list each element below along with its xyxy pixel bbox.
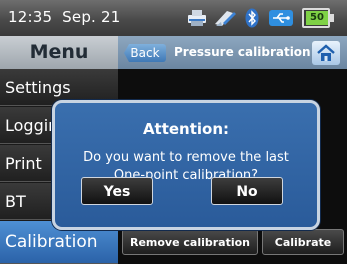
title-bar: Back Pressure calibration <box>118 36 347 69</box>
status-bar: 12:35 Sep. 21 50 <box>0 0 347 36</box>
bluetooth-icon <box>245 8 259 28</box>
dialog-title: Attention: <box>142 120 230 138</box>
dialog-message-line1: Do you want to remove the last <box>83 150 289 165</box>
probe-icon <box>215 11 236 26</box>
usb-icon <box>269 10 293 26</box>
clock: 12:35 Sep. 21 <box>8 7 120 27</box>
home-icon <box>317 44 335 61</box>
status-time: 12:35 <box>8 8 53 26</box>
no-button[interactable]: No <box>211 177 283 205</box>
remove-calibration-button[interactable]: Remove calibration <box>122 229 258 255</box>
printer-icon <box>188 10 206 26</box>
home-button[interactable] <box>312 41 340 65</box>
yes-button[interactable]: Yes <box>81 177 153 205</box>
status-date: Sep. 21 <box>62 8 121 26</box>
calibrate-button[interactable]: Calibrate <box>262 229 344 255</box>
battery-icon: 50 <box>302 8 336 28</box>
battery-level: 50 <box>306 11 328 25</box>
menu-title: Menu <box>0 36 118 69</box>
battery-tip <box>330 14 334 22</box>
screen-title: Pressure calibration <box>174 45 311 59</box>
confirm-dialog: Attention: Do you want to remove the las… <box>52 100 320 230</box>
device-screen: 12:35 Sep. 21 50 Menu Back Pressure cali… <box>0 0 347 264</box>
back-button[interactable]: Back <box>124 44 166 62</box>
